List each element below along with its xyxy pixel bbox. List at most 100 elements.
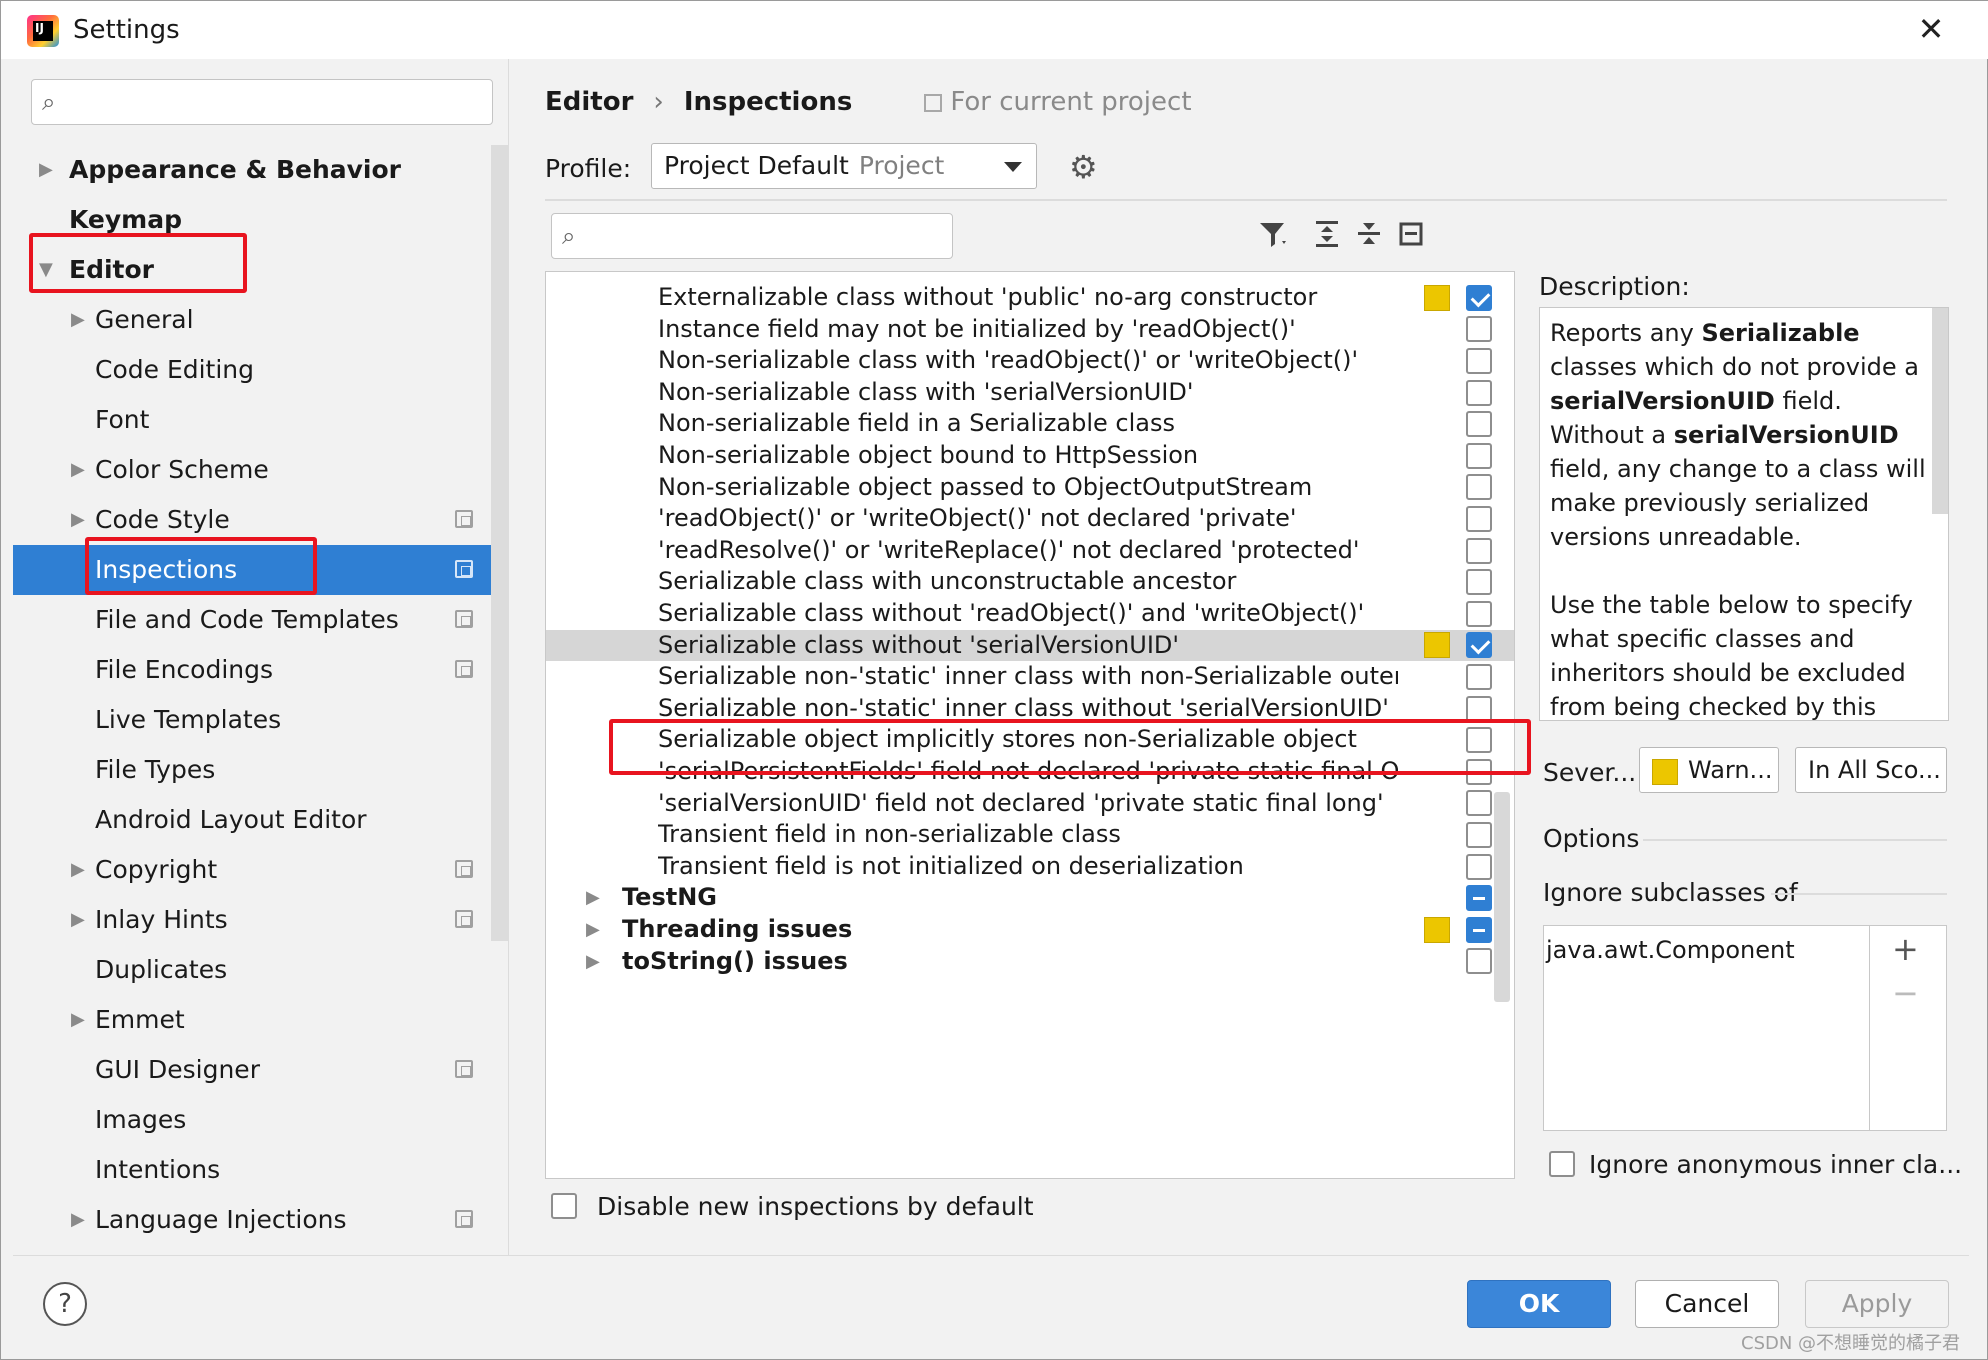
scope-dropdown[interactable]: In All Sco... bbox=[1795, 747, 1947, 793]
inspection-enabled-checkbox[interactable] bbox=[1466, 537, 1492, 564]
inspection-scrollbar[interactable] bbox=[1494, 792, 1510, 1002]
help-icon[interactable]: ? bbox=[43, 1282, 87, 1326]
inspection-enabled-checkbox[interactable] bbox=[1466, 916, 1492, 943]
description-scrollbar[interactable] bbox=[1932, 308, 1948, 514]
inspection-enabled-checkbox[interactable] bbox=[1466, 948, 1492, 975]
inspection-enabled-checkbox[interactable] bbox=[1466, 727, 1492, 754]
sidebar-item-inspections[interactable]: Inspections bbox=[13, 545, 509, 595]
chevron-right-icon[interactable]: ▶ bbox=[71, 445, 85, 495]
chevron-right-icon[interactable]: ▶ bbox=[71, 1195, 85, 1245]
sidebar-item-file-and-code-templates[interactable]: File and Code Templates bbox=[13, 595, 509, 645]
sidebar-item-images[interactable]: Images bbox=[13, 1095, 509, 1145]
sidebar-item-file-types[interactable]: File Types bbox=[13, 745, 509, 795]
profile-dropdown[interactable]: Project Default Project bbox=[651, 143, 1037, 189]
inspection-row[interactable]: Serializable class without 'readObject()… bbox=[546, 598, 1514, 630]
settings-search-input[interactable]: ⌕ bbox=[31, 79, 493, 125]
inspection-row[interactable]: Transient field is not initialized on de… bbox=[546, 851, 1514, 883]
chevron-right-icon[interactable]: ▶ bbox=[39, 145, 53, 195]
sidebar-item-color-scheme[interactable]: ▶ Color Scheme bbox=[13, 445, 509, 495]
sidebar-item-font[interactable]: Font bbox=[13, 395, 509, 445]
reset-icon[interactable] bbox=[1393, 217, 1429, 253]
sidebar-item-copyright[interactable]: ▶ Copyright bbox=[13, 845, 509, 895]
inspection-row[interactable]: Non-serializable field in a Serializable… bbox=[546, 408, 1514, 440]
inspection-row[interactable]: Serializable non-'static' inner class wi… bbox=[546, 661, 1514, 693]
inspection-enabled-checkbox[interactable] bbox=[1466, 411, 1492, 438]
inspection-enabled-checkbox[interactable] bbox=[1466, 316, 1492, 343]
sidebar-item-keymap[interactable]: Keymap bbox=[13, 195, 509, 245]
chevron-right-icon[interactable]: ▶ bbox=[586, 946, 600, 978]
chevron-right-icon[interactable]: ▶ bbox=[71, 295, 85, 345]
chevron-right-icon[interactable]: ▶ bbox=[586, 914, 600, 946]
inspection-row[interactable]: 'serialVersionUID' field not declared 'p… bbox=[546, 788, 1514, 820]
sidebar-item-appearance-behavior[interactable]: ▶ Appearance & Behavior bbox=[13, 145, 509, 195]
severity-dropdown[interactable]: Warn... bbox=[1639, 747, 1779, 793]
inspection-row[interactable]: Serializable non-'static' inner class wi… bbox=[546, 693, 1514, 725]
sidebar-item-language-injections[interactable]: ▶ Language Injections bbox=[13, 1195, 509, 1245]
inspection-row[interactable]: Non-serializable object bound to HttpSes… bbox=[546, 440, 1514, 472]
inspection-row[interactable]: 'serialPersistentFields' field not decla… bbox=[546, 756, 1514, 788]
inspection-enabled-checkbox[interactable] bbox=[1466, 474, 1492, 501]
inspection-enabled-checkbox[interactable] bbox=[1466, 695, 1492, 722]
breadcrumb-editor[interactable]: Editor bbox=[545, 87, 633, 117]
chevron-right-icon[interactable]: ▶ bbox=[586, 882, 600, 914]
inspection-enabled-checkbox[interactable] bbox=[1466, 632, 1492, 659]
gear-icon[interactable]: ⚙ bbox=[1069, 149, 1098, 185]
inspection-row[interactable]: Instance field may not be initialized by… bbox=[546, 314, 1514, 346]
collapse-all-icon[interactable] bbox=[1351, 217, 1387, 253]
inspection-row[interactable]: 'readObject()' or 'writeObject()' not de… bbox=[546, 503, 1514, 535]
sidebar-item-duplicates[interactable]: Duplicates bbox=[13, 945, 509, 995]
sidebar-item-code-style[interactable]: ▶ Code Style bbox=[13, 495, 509, 545]
disable-new-checkbox[interactable] bbox=[551, 1193, 577, 1219]
sidebar-item-code-editing[interactable]: Code Editing bbox=[13, 345, 509, 395]
inspection-enabled-checkbox[interactable] bbox=[1466, 505, 1492, 532]
inspection-enabled-checkbox[interactable] bbox=[1466, 284, 1492, 311]
cancel-button[interactable]: Cancel bbox=[1635, 1280, 1779, 1328]
apply-button[interactable]: Apply bbox=[1805, 1280, 1949, 1328]
inspection-enabled-checkbox[interactable] bbox=[1466, 853, 1492, 880]
inspection-row[interactable]: Externalizable class without 'public' no… bbox=[546, 282, 1514, 314]
inspection-enabled-checkbox[interactable] bbox=[1466, 569, 1492, 596]
inspection-enabled-checkbox[interactable] bbox=[1466, 758, 1492, 785]
inspection-enabled-checkbox[interactable] bbox=[1466, 442, 1492, 469]
chevron-right-icon[interactable]: ▶ bbox=[71, 845, 85, 895]
sidebar-item-live-templates[interactable]: Live Templates bbox=[13, 695, 509, 745]
ok-button[interactable]: OK bbox=[1467, 1280, 1611, 1328]
inspection-group[interactable]: ▶ Threading issues bbox=[546, 914, 1514, 946]
sidebar-item-editor[interactable]: ▼ Editor bbox=[13, 245, 509, 295]
sidebar-item-general[interactable]: ▶ General bbox=[13, 295, 509, 345]
inspection-enabled-checkbox[interactable] bbox=[1466, 379, 1492, 406]
inspection-row[interactable]: Non-serializable class with 'serialVersi… bbox=[546, 377, 1514, 409]
sidebar-item-emmet[interactable]: ▶ Emmet bbox=[13, 995, 509, 1045]
remove-icon[interactable]: − bbox=[1892, 975, 1919, 1011]
inspection-group[interactable]: ▶ toString() issues bbox=[546, 946, 1514, 978]
sidebar-item-gui-designer[interactable]: GUI Designer bbox=[13, 1045, 509, 1095]
sidebar-item-inlay-hints[interactable]: ▶ Inlay Hints bbox=[13, 895, 509, 945]
sidebar-item-intentions[interactable]: Intentions bbox=[13, 1145, 509, 1195]
filter-icon[interactable] bbox=[1255, 217, 1291, 253]
add-icon[interactable]: + bbox=[1892, 931, 1919, 967]
inspection-group[interactable]: ▶ TestNG bbox=[546, 882, 1514, 914]
inspection-enabled-checkbox[interactable] bbox=[1466, 600, 1492, 627]
inspection-enabled-checkbox[interactable] bbox=[1466, 347, 1492, 374]
inspection-row[interactable]: Serializable class with unconstructable … bbox=[546, 566, 1514, 598]
inspection-enabled-checkbox[interactable] bbox=[1466, 821, 1492, 848]
inspection-row[interactable]: Non-serializable object passed to Object… bbox=[546, 472, 1514, 504]
sidebar-scrollbar[interactable] bbox=[491, 145, 509, 941]
expand-all-icon[interactable] bbox=[1309, 217, 1345, 253]
ignore-anonymous-checkbox[interactable] bbox=[1549, 1151, 1575, 1177]
inspection-row[interactable]: Serializable class without 'serialVersio… bbox=[546, 629, 1514, 662]
inspection-row[interactable]: 'readResolve()' or 'writeReplace()' not … bbox=[546, 535, 1514, 567]
inspection-row[interactable]: Non-serializable class with 'readObject(… bbox=[546, 345, 1514, 377]
chevron-down-icon[interactable]: ▼ bbox=[39, 245, 53, 295]
inspection-search-input[interactable]: ⌕ bbox=[551, 213, 953, 259]
inspection-enabled-checkbox[interactable] bbox=[1466, 663, 1492, 690]
inspection-enabled-checkbox[interactable] bbox=[1466, 790, 1492, 817]
sidebar-item-android-layout-editor[interactable]: Android Layout Editor bbox=[13, 795, 509, 845]
list-item[interactable]: java.awt.Component bbox=[1546, 932, 1795, 968]
inspection-row[interactable]: Transient field in non-serializable clas… bbox=[546, 819, 1514, 851]
chevron-right-icon[interactable]: ▶ bbox=[71, 995, 85, 1045]
inspection-enabled-checkbox[interactable] bbox=[1466, 885, 1492, 912]
sidebar-item-file-encodings[interactable]: File Encodings bbox=[13, 645, 509, 695]
inspection-row[interactable]: Serializable object implicitly stores no… bbox=[546, 724, 1514, 756]
chevron-right-icon[interactable]: ▶ bbox=[71, 495, 85, 545]
